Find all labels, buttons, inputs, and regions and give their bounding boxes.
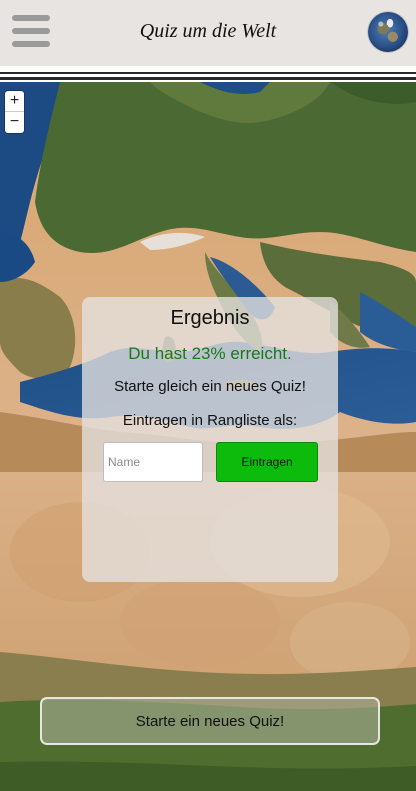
submit-ranking-button[interactable]: Eintragen xyxy=(216,442,318,482)
header-divider-thick xyxy=(0,77,416,80)
zoom-out-button[interactable]: − xyxy=(5,112,24,132)
name-input[interactable] xyxy=(103,442,203,482)
result-panel: Ergebnis Du hast 23% erreicht. Starte gl… xyxy=(82,297,338,582)
app-title: Quiz um die Welt xyxy=(139,20,277,42)
result-title: Ergebnis xyxy=(170,307,250,329)
zoom-in-button[interactable]: + xyxy=(5,91,24,111)
satellite-map[interactable]: + − Ergebnis Du hast 23% erreicht. Start… xyxy=(0,82,416,791)
ranking-label: Eintragen in Rangliste als: xyxy=(122,412,298,429)
new-quiz-button[interactable]: Starte ein neues Quiz! xyxy=(40,697,380,745)
app-header: Quiz um die Welt xyxy=(0,0,416,66)
result-score-text: Du hast 23% erreicht. xyxy=(128,344,292,363)
header-divider xyxy=(0,72,416,74)
map-zoom-control: + − xyxy=(5,91,24,133)
globe-icon[interactable] xyxy=(368,12,408,52)
restart-hint-text: Starte gleich ein neues Quiz! xyxy=(114,378,306,395)
